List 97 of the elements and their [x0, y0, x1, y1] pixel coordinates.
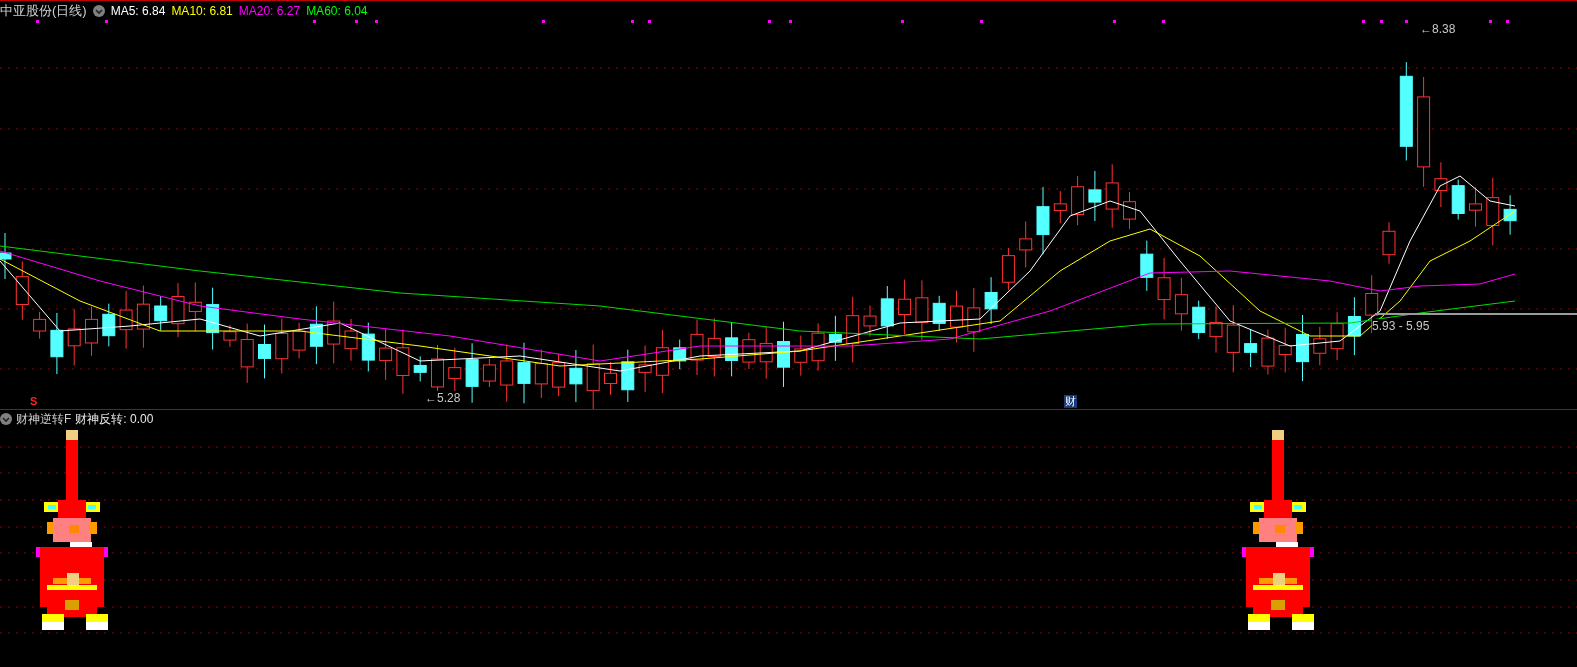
candlestick: [777, 321, 790, 388]
candlestick: [1382, 221, 1396, 265]
candlestick: [1261, 329, 1275, 375]
candlestick: [984, 276, 998, 325]
candlestick: [811, 322, 825, 372]
candlestick: [552, 353, 566, 397]
price-label: 5.93 - 5.95: [1372, 319, 1430, 333]
sell-signal-marker: S: [30, 395, 38, 407]
candlestick: [344, 318, 358, 362]
candlestick: [1244, 328, 1258, 368]
candlestick: [1330, 311, 1344, 361]
candlestick: [1088, 170, 1102, 222]
candlestick: [465, 342, 479, 404]
candlestick: [967, 287, 981, 353]
candlestick: [1347, 296, 1361, 356]
candlestick: [309, 305, 323, 365]
candlestick: [15, 260, 29, 321]
candlestick: [1053, 190, 1067, 224]
candlestick: [85, 306, 98, 357]
candlestick: [1434, 161, 1448, 208]
candlestick: [413, 355, 427, 382]
candlestick: [240, 323, 254, 384]
candlestick: [1036, 186, 1050, 255]
candlestick: [880, 285, 894, 340]
candlestick: [154, 295, 168, 332]
candlestick: [604, 361, 617, 396]
candlestick: [1209, 306, 1223, 354]
candlestick: [1071, 175, 1085, 226]
candlestick: [1296, 314, 1309, 382]
candlestick: [379, 328, 393, 381]
candlestick: [932, 295, 946, 332]
candlestick: [1192, 300, 1206, 340]
candlestick: [1157, 257, 1171, 320]
candlestick: [482, 358, 496, 388]
candlestick: [759, 325, 773, 380]
candlestick: [1313, 326, 1327, 366]
candlestick: [655, 329, 669, 394]
buy-signal-marker: 财: [1064, 395, 1077, 408]
indicator-reading: 财神反转: 0.00: [75, 412, 154, 426]
candlestick: [863, 305, 877, 337]
candlestick: [50, 312, 64, 375]
moving-average-value: MA60: 6.04: [306, 4, 368, 18]
candlestick: [725, 321, 739, 377]
candlestick: [396, 329, 410, 395]
candlestick: [1469, 186, 1482, 228]
candlestick: [898, 279, 912, 335]
candlestick: [275, 318, 289, 374]
candlestick: [292, 322, 306, 359]
candlestick: [794, 335, 808, 377]
candlestick: [102, 303, 116, 347]
candlestick: [1140, 240, 1154, 292]
moving-average-value: MA10: 6.81: [171, 4, 233, 18]
candlestick: [1226, 304, 1240, 373]
candlestick: [534, 349, 548, 399]
candlestick: [1001, 247, 1015, 291]
candlestick: [915, 279, 929, 341]
candlestick: [690, 319, 704, 376]
candlestick: [846, 296, 860, 364]
candlestick: [136, 285, 150, 349]
candlestick: [673, 339, 687, 370]
candlestick: [206, 287, 220, 351]
candlestick: [586, 344, 600, 409]
candlestick: [171, 282, 185, 338]
candlestick: [1503, 194, 1517, 236]
candlestick: [223, 324, 237, 348]
stock-title: 中亚股份(日线): [0, 4, 87, 18]
candlestick: [1278, 327, 1292, 373]
indicator-name: 财神逆转F: [16, 412, 72, 426]
candlestick: [1486, 177, 1500, 246]
candlestick: [707, 317, 721, 377]
candlestick: [742, 332, 756, 370]
price-label: ←8.38: [1420, 22, 1456, 36]
candlestick: [569, 349, 583, 403]
candlestick: [67, 308, 81, 366]
candlestick: [828, 315, 842, 362]
candlestick: [1019, 220, 1033, 268]
candlestick: [1123, 191, 1136, 230]
candlestick: [638, 344, 652, 393]
moving-average-value: MA5: 6.84: [110, 4, 166, 18]
candlestick: [950, 290, 963, 343]
dropdown-icon[interactable]: [92, 5, 105, 17]
moving-average-value: MA20: 6.27: [238, 4, 301, 18]
candlestick: [327, 301, 341, 364]
candlestick: [517, 342, 531, 404]
candlestick: [1174, 277, 1188, 332]
candlestick: [361, 322, 375, 372]
candlestick: [119, 290, 133, 350]
candlestick: [0, 232, 12, 280]
candlestick: [1105, 163, 1119, 229]
price-label: ←5.28: [425, 391, 461, 405]
candlestick: [621, 349, 635, 403]
candlestick: [500, 344, 514, 402]
candlestick: [258, 324, 271, 379]
dropdown-icon[interactable]: [0, 413, 12, 425]
candlestick: [188, 281, 202, 332]
candlestick: [1451, 179, 1465, 221]
candlestick: [33, 311, 47, 340]
